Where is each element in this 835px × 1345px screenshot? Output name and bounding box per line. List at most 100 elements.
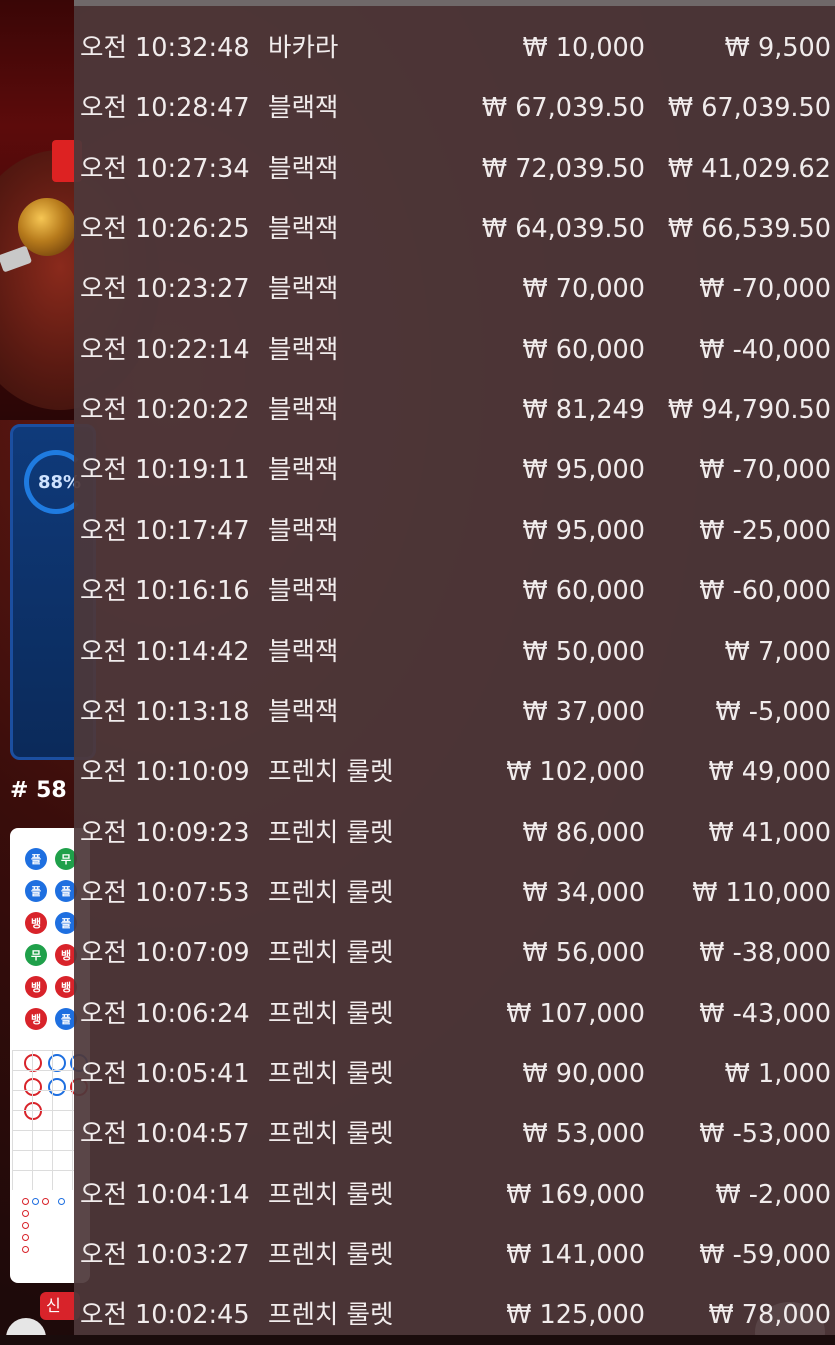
history-win-amount: ₩ 94,790.50 (667, 395, 831, 426)
history-bet-amount: ₩ 34,000 (522, 877, 645, 908)
small-road-dot (22, 1198, 29, 1205)
history-game-name: 블랙잭 (268, 214, 339, 245)
history-bet-amount: ₩ 70,000 (522, 274, 645, 305)
history-row[interactable]: 오전 10:06:24 프렌치 룰렛 ₩ 107,000 ₩ -43,000 (74, 984, 835, 1044)
history-row[interactable]: 오전 10:14:42 블랙잭 ₩ 50,000 ₩ 7,000 (74, 622, 835, 682)
history-game-name: 블랙잭 (268, 153, 339, 184)
small-road-dot (42, 1198, 49, 1205)
history-time: 오전 10:02:45 (80, 1300, 250, 1331)
small-road-dot (22, 1222, 29, 1229)
history-time: 오전 10:05:41 (80, 1058, 250, 1089)
history-time: 오전 10:23:27 (80, 274, 250, 305)
history-game-name: 프렌치 룰렛 (268, 757, 394, 788)
history-game-name: 프렌치 룰렛 (268, 1058, 394, 1089)
history-game-name: 블랙잭 (268, 515, 339, 546)
history-row[interactable]: 오전 10:32:48 바카라 ₩ 10,000 ₩ 9,500 (74, 18, 835, 78)
history-bet-amount: ₩ 64,039.50 (481, 214, 645, 245)
history-bet-amount: ₩ 81,249 (522, 395, 645, 426)
history-win-amount: ₩ 41,029.62 (667, 153, 831, 184)
history-win-amount: ₩ 110,000 (692, 877, 831, 908)
history-row[interactable]: 오전 10:04:57 프렌치 룰렛 ₩ 53,000 ₩ -53,000 (74, 1104, 835, 1164)
history-row[interactable]: 오전 10:10:09 프렌치 룰렛 ₩ 102,000 ₩ 49,000 (74, 742, 835, 802)
history-time: 오전 10:14:42 (80, 636, 250, 667)
small-road-dot (22, 1234, 29, 1241)
history-win-amount: ₩ 66,539.50 (667, 214, 831, 245)
history-win-amount: ₩ -60,000 (699, 576, 831, 607)
history-game-name: 바카라 (268, 33, 339, 63)
history-game-name: 프렌치 룰렛 (268, 1240, 394, 1270)
history-time: 오전 10:16:16 (80, 576, 250, 607)
history-win-amount: ₩ 7,000 (724, 636, 831, 667)
history-row[interactable]: 오전 10:20:22 블랙잭 ₩ 81,249 ₩ 94,790.50 (74, 380, 835, 440)
history-row[interactable]: 오전 10:03:27 프렌치 룰렛 ₩ 141,000 ₩ -59,000 (74, 1225, 835, 1285)
history-time: 오전 10:07:09 (80, 938, 250, 969)
history-game-name: 프렌치 룰렛 (268, 1300, 394, 1331)
history-game-name: 블랙잭 (268, 93, 339, 124)
history-game-name: 블랙잭 (268, 576, 339, 607)
history-bet-amount: ₩ 72,039.50 (481, 153, 645, 184)
history-bet-amount: ₩ 86,000 (522, 817, 645, 848)
history-bet-amount: ₩ 169,000 (506, 1179, 645, 1210)
history-row[interactable]: 오전 10:05:41 프렌치 룰렛 ₩ 90,000 ₩ 1,000 (74, 1044, 835, 1104)
history-row[interactable]: 오전 10:16:16 블랙잭 ₩ 60,000 ₩ -60,000 (74, 561, 835, 621)
history-bet-amount: ₩ 53,000 (522, 1119, 645, 1150)
history-bet-amount: ₩ 37,000 (522, 696, 645, 727)
history-row[interactable]: 오전 10:23:27 블랙잭 ₩ 70,000 ₩ -70,000 (74, 259, 835, 319)
history-win-amount: ₩ -70,000 (699, 274, 831, 305)
bottom-left-button[interactable] (6, 1318, 46, 1335)
small-road-dot (32, 1198, 39, 1205)
bead-road-cell: 뱅 (25, 1008, 47, 1030)
history-time: 오전 10:19:11 (80, 455, 250, 486)
history-game-name: 프렌치 룰렛 (268, 938, 394, 969)
history-row[interactable]: 오전 10:22:14 블랙잭 ₩ 60,000 ₩ -40,000 (74, 320, 835, 380)
history-time: 오전 10:28:47 (80, 93, 250, 124)
history-game-name: 프렌치 룰렛 (268, 1119, 394, 1150)
history-bet-amount: ₩ 60,000 (522, 334, 645, 365)
history-row[interactable]: 오전 10:17:47 블랙잭 ₩ 95,000 ₩ -25,000 (74, 501, 835, 561)
bead-road-cell: 뱅 (25, 976, 47, 998)
history-row[interactable]: 오전 10:02:45 프렌치 룰렛 ₩ 125,000 ₩ 78,000 (74, 1285, 835, 1345)
history-win-amount: ₩ -5,000 (715, 696, 831, 727)
history-row[interactable]: 오전 10:27:34 블랙잭 ₩ 72,039.50 ₩ 41,029.62 (74, 139, 835, 199)
history-row[interactable]: 오전 10:28:47 블랙잭 ₩ 67,039.50 ₩ 67,039.50 (74, 78, 835, 138)
history-row[interactable]: 오전 10:13:18 블랙잭 ₩ 37,000 ₩ -5,000 (74, 682, 835, 742)
history-bet-amount: ₩ 67,039.50 (481, 93, 645, 124)
history-time: 오전 10:06:24 (80, 998, 250, 1029)
history-bet-amount: ₩ 90,000 (522, 1058, 645, 1089)
history-bet-amount: ₩ 102,000 (506, 757, 645, 788)
bead-road-cell: 무 (25, 944, 47, 966)
history-game-name: 블랙잭 (268, 636, 339, 667)
bet-history-panel[interactable]: 오전 10:32:48 바카라 ₩ 10,000 ₩ 9,500 오전 10:28:47… (74, 0, 835, 1335)
history-win-amount: ₩ -38,000 (699, 938, 831, 969)
history-win-amount: ₩ 9,500 (724, 33, 831, 63)
history-game-name: 블랙잭 (268, 274, 339, 305)
small-road-dot (22, 1210, 29, 1217)
history-bet-amount: ₩ 50,000 (522, 636, 645, 667)
history-bet-amount: ₩ 125,000 (506, 1300, 645, 1331)
history-bet-amount: ₩ 95,000 (522, 515, 645, 546)
history-bet-amount: ₩ 141,000 (506, 1240, 645, 1270)
history-win-amount: ₩ 41,000 (708, 817, 831, 848)
history-time: 오전 10:17:47 (80, 515, 250, 546)
bead-road-cell: 플 (25, 880, 47, 902)
history-time: 오전 10:03:27 (80, 1240, 250, 1270)
history-bet-amount: ₩ 60,000 (522, 576, 645, 607)
history-time: 오전 10:09:23 (80, 817, 250, 848)
history-row[interactable]: 오전 10:26:25 블랙잭 ₩ 64,039.50 ₩ 66,539.50 (74, 199, 835, 259)
history-win-amount: ₩ -25,000 (699, 515, 831, 546)
history-row[interactable]: 오전 10:19:11 블랙잭 ₩ 95,000 ₩ -70,000 (74, 440, 835, 500)
history-game-name: 프렌치 룰렛 (268, 817, 394, 848)
history-time: 오전 10:04:57 (80, 1119, 250, 1150)
roadmap-grid (12, 1050, 74, 1190)
history-row[interactable]: 오전 10:09:23 프렌치 룰렛 ₩ 86,000 ₩ 41,000 (74, 803, 835, 863)
history-time: 오전 10:13:18 (80, 696, 250, 727)
history-time: 오전 10:22:14 (80, 334, 250, 365)
history-game-name: 블랙잭 (268, 696, 339, 727)
history-time: 오전 10:10:09 (80, 757, 250, 788)
bead-road-cell: 플 (25, 848, 47, 870)
history-win-amount: ₩ 78,000 (708, 1300, 831, 1331)
history-row[interactable]: 오전 10:07:53 프렌치 룰렛 ₩ 34,000 ₩ 110,000 (74, 863, 835, 923)
history-row[interactable]: 오전 10:07:09 프렌치 룰렛 ₩ 56,000 ₩ -38,000 (74, 923, 835, 983)
history-win-amount: ₩ 67,039.50 (667, 93, 831, 124)
history-row[interactable]: 오전 10:04:14 프렌치 룰렛 ₩ 169,000 ₩ -2,000 (74, 1165, 835, 1225)
